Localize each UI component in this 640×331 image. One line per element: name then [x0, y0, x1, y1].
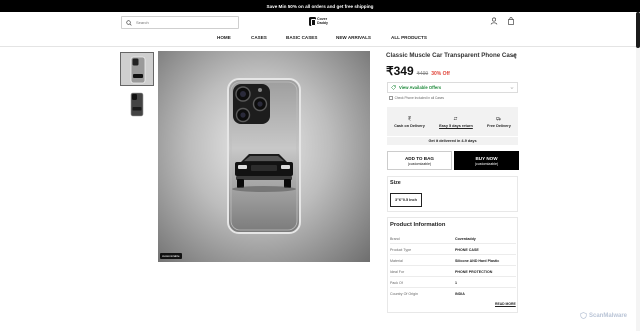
info-value: Coverdaddy — [455, 236, 476, 241]
feature-returns-label[interactable]: Easy 5 days return — [439, 124, 473, 128]
buy-now-sub: (customizable) — [474, 161, 499, 166]
search-bar[interactable] — [121, 16, 239, 29]
info-key: Product Type — [390, 247, 412, 252]
info-value: Silicone AND Hard Plastic — [455, 258, 500, 263]
main-product-image[interactable] — [158, 51, 370, 262]
nav-new-arrivals[interactable]: NEW ARRIVALS — [336, 32, 371, 43]
search-icon — [126, 19, 132, 26]
info-value: INDIA — [455, 292, 465, 296]
scrollbar-track[interactable] — [636, 12, 640, 331]
truck-icon — [496, 116, 502, 120]
original-price: ₹499 — [416, 71, 429, 77]
offer-tag-icon — [391, 85, 396, 90]
shield-icon — [580, 312, 587, 319]
product-title: Classic Muscle Car Transparent Phone Cas… — [386, 52, 517, 59]
rupee-icon — [407, 116, 411, 121]
watermark: ScanMalware — [580, 312, 627, 319]
main-nav: HOME CASES BASIC CASES NEW ARRIVALS ALL … — [0, 32, 640, 45]
service-features: Cash on Delivery Easy 5 days return Free… — [387, 107, 518, 136]
check-box[interactable] — [389, 96, 393, 100]
info-key: Ideal For — [390, 269, 405, 274]
gallery-thumbnail-2[interactable] — [120, 88, 154, 122]
return-icon — [454, 116, 458, 120]
add-to-bag-button[interactable]: ADD TO BAG (customizable) — [387, 151, 452, 170]
info-row: Country Of Origin INDIA — [390, 289, 516, 299]
phone-case-illustration — [227, 78, 301, 234]
scrollbar-thumb[interactable] — [636, 12, 640, 48]
info-key: Pack Of — [390, 280, 403, 285]
offers-label: View Available Offers — [399, 85, 442, 90]
nav-home[interactable]: HOME — [217, 32, 231, 43]
price-block: ₹349 ₹499 30% Off — [386, 64, 450, 78]
customizable-badge: customizable — [160, 253, 182, 259]
info-value: 1 — [455, 280, 457, 285]
size-option[interactable]: 3"6"0.5 Inch — [390, 193, 422, 207]
add-to-bag-sub: (customizable) — [407, 161, 432, 166]
feature-cod-label: Cash on Delivery — [394, 123, 425, 128]
thumbnail-phone-image — [121, 53, 153, 85]
info-value: PHONE PROTECTION — [455, 269, 493, 274]
share-icon[interactable] — [511, 53, 517, 59]
logo-text: Cover Daddy — [317, 17, 328, 26]
promo-banner: Save Min 50% on all orders and get free … — [0, 0, 640, 12]
nav-cases[interactable]: CASES — [251, 32, 267, 43]
product-info-heading: Product Information — [390, 222, 446, 228]
feature-returns[interactable]: Easy 5 days return — [439, 116, 473, 128]
info-row: Product Type PHONE CASE — [390, 245, 516, 255]
phone-check-note[interactable]: Check Phone Included in all Cases — [389, 96, 444, 100]
search-input[interactable] — [136, 20, 226, 25]
info-row: Brand Coverdaddy — [390, 234, 516, 244]
logo-phone-icon — [309, 17, 316, 26]
promo-text: Save Min 50% on all orders and get free … — [266, 3, 374, 9]
site-logo[interactable]: Cover Daddy — [309, 17, 328, 26]
site-header: Cover Daddy — [0, 12, 640, 32]
delivery-estimate: Get it delivered in 4-9 days — [387, 137, 518, 145]
info-row: Material Silicone AND Hard Plastic — [390, 256, 516, 266]
info-row: Pack Of 1 — [390, 278, 516, 288]
info-key: Material — [390, 258, 403, 263]
chevron-down-icon — [510, 87, 514, 89]
buy-now-button[interactable]: BUY NOW (customizable) — [454, 151, 519, 170]
feature-free-delivery: Free Delivery — [487, 116, 511, 128]
add-to-bag-label: ADD TO BAG — [404, 155, 434, 161]
read-more-link[interactable]: READ MORE — [495, 302, 516, 306]
check-note-text: Check Phone Included in all Cases — [394, 96, 445, 100]
info-row: Ideal For PHONE PROTECTION — [390, 267, 516, 277]
feature-delivery-label: Free Delivery — [487, 123, 511, 128]
sale-price: ₹349 — [386, 64, 414, 78]
shopping-bag-icon[interactable] — [507, 17, 515, 25]
discount-label: 30% Off — [431, 71, 450, 77]
header-icons — [490, 17, 515, 25]
available-offers-button[interactable]: View Available Offers — [387, 82, 518, 93]
nav-basic-cases[interactable]: BASIC CASES — [286, 32, 317, 43]
info-key: Country Of Origin — [390, 292, 418, 296]
thumbnail-phone-back-image — [120, 88, 154, 122]
buy-now-label: BUY NOW — [475, 155, 498, 161]
info-key: Brand — [390, 236, 400, 241]
nav-all-products[interactable]: ALL PRODUCTS — [391, 32, 427, 43]
gallery-thumbnail-1[interactable] — [120, 52, 154, 86]
info-value: PHONE CASE — [455, 247, 479, 252]
header-divider — [0, 46, 640, 47]
user-icon[interactable] — [490, 17, 498, 25]
size-heading: Size — [390, 180, 401, 186]
watermark-text: ScanMalware — [589, 312, 628, 319]
feature-cod: Cash on Delivery — [394, 116, 425, 128]
logo-line-2: Daddy — [317, 20, 328, 25]
